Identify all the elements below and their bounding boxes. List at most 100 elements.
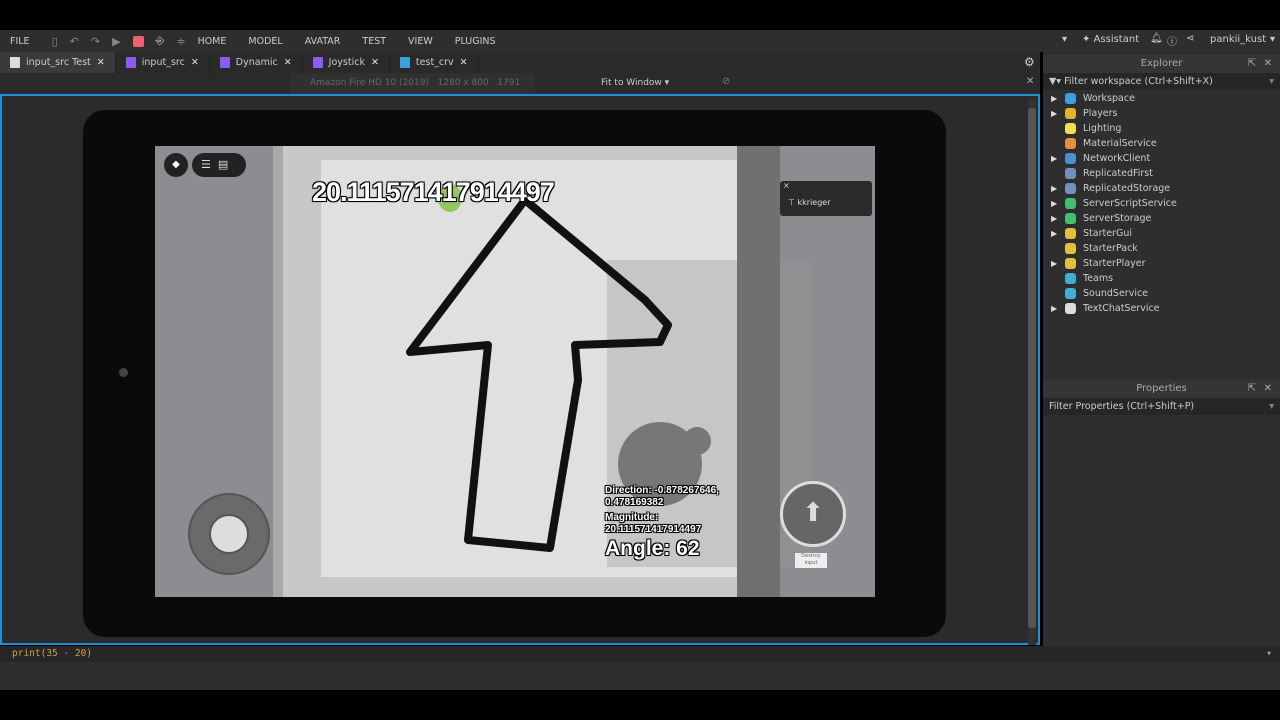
command-bar-input[interactable]: print(35 - 20) ▾: [0, 646, 1280, 662]
play-icon[interactable]: ▶: [112, 35, 120, 48]
player-entry[interactable]: ⊤ kkrieger: [788, 198, 831, 207]
chevron-down-icon[interactable]: ▾: [1062, 34, 1067, 45]
close-tab-icon[interactable]: ✕: [191, 57, 199, 68]
redo-icon[interactable]: ↷: [91, 35, 100, 48]
tab-dynamic[interactable]: Dynamic ✕: [210, 52, 303, 73]
script-icon: [219, 57, 230, 68]
explorer-item-lighting[interactable]: Lighting: [1043, 121, 1280, 136]
menu-bar: FILE ▯ ↶ ↷ ▶ ⎆ ≑ HOME MODEL AVATAR TEST VIEW…: [0, 30, 1280, 52]
explorer-header: Explorer ⇱ ✕: [1043, 55, 1280, 73]
menu-avatar[interactable]: AVATAR: [305, 36, 341, 47]
expand-arrow-icon[interactable]: ▶: [1051, 151, 1057, 166]
close-emulator-icon[interactable]: ✕: [1026, 76, 1034, 87]
explorer-item-teams[interactable]: Teams: [1043, 271, 1280, 286]
expand-arrow-icon[interactable]: ▶: [1051, 181, 1057, 196]
materialservice-icon: [1065, 138, 1076, 149]
close-tab-icon[interactable]: ✕: [371, 57, 379, 68]
explorer-item-starterpack[interactable]: StarterPack: [1043, 241, 1280, 256]
startergui-icon: [1065, 228, 1076, 239]
menu-plugins[interactable]: PLUGINS: [455, 36, 496, 47]
properties-title: Properties: [1136, 383, 1187, 394]
explorer-item-label: StarterGui: [1083, 228, 1132, 239]
jump-button[interactable]: ⬆: [780, 481, 846, 547]
explorer-item-players[interactable]: ▶ Players: [1043, 106, 1280, 121]
tab-input_src[interactable]: input_src ✕: [116, 52, 210, 73]
explorer-item-replicatedfirst[interactable]: ReplicatedFirst: [1043, 166, 1280, 181]
explorer-item-serverstorage[interactable]: ▶ ServerStorage: [1043, 211, 1280, 226]
explorer-item-networkclient[interactable]: ▶ NetworkClient: [1043, 151, 1280, 166]
game-screen[interactable]: ◆ ☰ ▤ 20.111571417914497 × ⊤ kkrieger ⬆ …: [155, 146, 875, 597]
share-icon[interactable]: ⋖: [1186, 33, 1194, 44]
zoom-dropdown[interactable]: Fit to Window ▾: [601, 78, 669, 88]
explorer-filter-input[interactable]: ▼▾ Filter workspace (Ctrl+Shift+X) ▾: [1043, 73, 1280, 90]
expand-arrow-icon[interactable]: ▶: [1051, 196, 1057, 211]
user-menu[interactable]: pankii_kust: [1210, 34, 1266, 45]
player-name: kkrieger: [797, 198, 831, 207]
rotate-icon[interactable]: ⊘: [722, 76, 730, 87]
joystick-visual-knob: [683, 427, 711, 455]
script-icon: [125, 57, 136, 68]
expand-arrow-icon[interactable]: ▶: [1051, 256, 1057, 271]
properties-header: Properties ⇱ ✕: [1043, 380, 1280, 398]
undock-icon[interactable]: ⇱: [1248, 55, 1256, 73]
device-selector[interactable]: Amazon Fire HD 10 (2019) 1280 x 800 1791…: [290, 73, 535, 109]
thumbstick-knob[interactable]: [209, 514, 249, 554]
starterplayer-icon: [1065, 258, 1076, 269]
client-server-icon[interactable]: ⎆: [156, 34, 165, 48]
expand-arrow-icon[interactable]: ▶: [1051, 211, 1057, 226]
close-tab-icon[interactable]: ✕: [97, 57, 105, 68]
close-explorer-icon[interactable]: ✕: [1264, 55, 1272, 73]
expand-arrow-icon[interactable]: ▶: [1051, 226, 1057, 241]
undock-properties-icon[interactable]: ⇱: [1248, 380, 1256, 398]
close-player-list-icon[interactable]: ×: [783, 181, 790, 190]
close-tab-icon[interactable]: ✕: [284, 57, 292, 68]
expand-arrow-icon[interactable]: ▶: [1051, 91, 1057, 106]
explorer-item-starterplayer[interactable]: ▶ StarterPlayer: [1043, 256, 1280, 271]
menu-test[interactable]: TEST: [362, 36, 386, 47]
new-file-icon[interactable]: ▯: [52, 35, 58, 48]
file-menu[interactable]: FILE: [10, 36, 30, 47]
explorer-item-label: ServerScriptService: [1083, 198, 1177, 209]
notification-icon[interactable]: 🔔︎: [1150, 33, 1163, 44]
properties-filter-input[interactable]: Filter Properties (Ctrl+Shift+P) ▾: [1043, 398, 1280, 415]
explorer-item-workspace[interactable]: ▶ Workspace: [1043, 91, 1280, 106]
player-list: × ⊤ kkrieger: [780, 181, 872, 216]
serverscriptservice-icon: [1065, 198, 1076, 209]
destroy-input-button[interactable]: Destroy input: [795, 553, 827, 568]
assistant-button[interactable]: ✦ Assistant: [1082, 34, 1139, 45]
expand-arrow-icon[interactable]: ▶: [1051, 106, 1057, 121]
stop-icon[interactable]: [132, 35, 144, 47]
user-dropdown-icon[interactable]: ▾: [1270, 34, 1275, 45]
filter-icon[interactable]: ▼▾: [1049, 76, 1061, 87]
hamburger-icon[interactable]: ☰: [201, 158, 211, 171]
close-tab-icon[interactable]: ✕: [460, 57, 468, 68]
editor-tabs: input_src Test ✕ input_src ✕ Dynamic ✕ Joystic…: [0, 52, 1040, 73]
filter-dropdown-icon[interactable]: ▾: [1269, 73, 1274, 90]
tab-test_crv[interactable]: test_crv ✕: [390, 52, 479, 73]
angle-label: Angle: 62: [605, 537, 700, 560]
undo-icon[interactable]: ↶: [70, 35, 79, 48]
explorer-item-replicatedstorage[interactable]: ▶ ReplicatedStorage: [1043, 181, 1280, 196]
help-icon[interactable]: ⓘ: [1167, 33, 1177, 48]
explorer-item-serverscriptservice[interactable]: ▶ ServerScriptService: [1043, 196, 1280, 211]
explorer-item-soundservice[interactable]: SoundService: [1043, 286, 1280, 301]
menu-home[interactable]: HOME: [198, 36, 227, 47]
tab-joystick[interactable]: Joystick ✕: [303, 52, 390, 73]
more-icon[interactable]: ≑: [176, 35, 185, 48]
tab-input_src-test[interactable]: input_src Test ✕: [0, 52, 116, 73]
command-history-icon[interactable]: ▾: [1266, 646, 1272, 662]
explorer-item-materialservice[interactable]: MaterialService: [1043, 136, 1280, 151]
expand-arrow-icon[interactable]: ▶: [1051, 301, 1057, 316]
explorer-item-label: Players: [1083, 108, 1118, 119]
roblox-menu-icon[interactable]: ◆: [164, 153, 188, 177]
menu-model[interactable]: MODEL: [248, 36, 282, 47]
properties-filter-dropdown-icon[interactable]: ▾: [1269, 398, 1274, 415]
thumbstick-base[interactable]: [188, 493, 270, 575]
chat-icon[interactable]: ▤: [218, 158, 228, 171]
close-properties-icon[interactable]: ✕: [1264, 380, 1272, 398]
menu-view[interactable]: VIEW: [408, 36, 433, 47]
explorer-item-startergui[interactable]: ▶ StarterGui: [1043, 226, 1280, 241]
viewport-scrollbar[interactable]: [1028, 98, 1036, 645]
settings-gear-icon[interactable]: ⚙: [1024, 55, 1035, 69]
explorer-item-textchatservice[interactable]: ▶ TextChatService: [1043, 301, 1280, 316]
